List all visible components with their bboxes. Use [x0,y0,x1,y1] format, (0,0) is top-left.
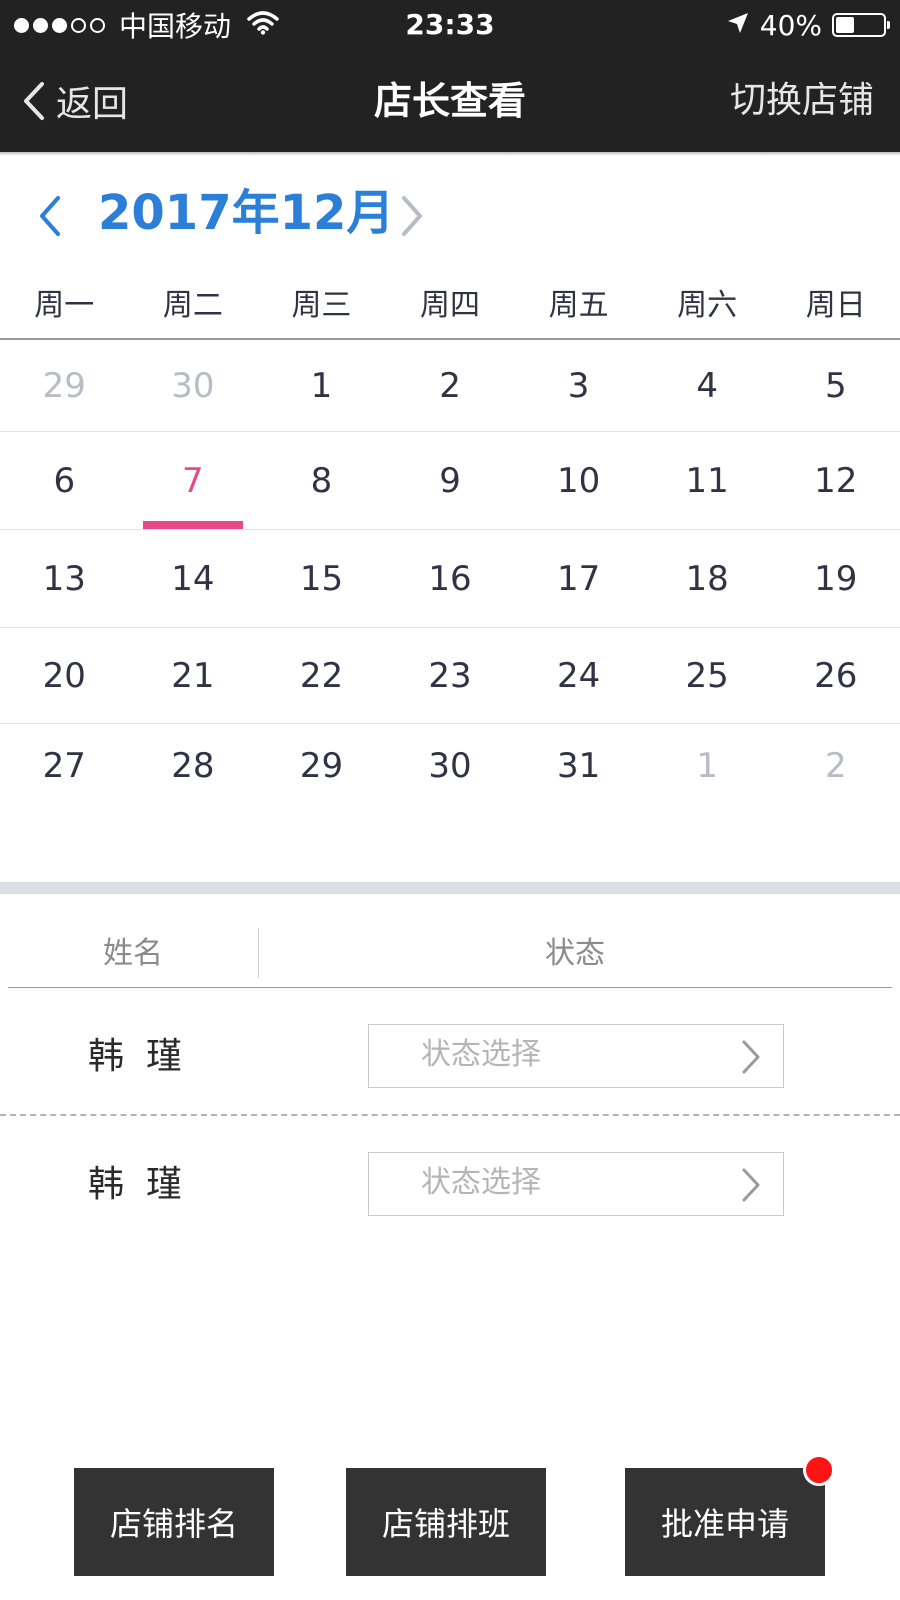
calendar-day[interactable]: 5 [771,340,900,431]
column-header-name: 姓名 [103,936,163,971]
weekday-header: 周一 周二 周三 周四 周五 周六 周日 [0,284,900,340]
calendar-week-row: 27 28 29 30 31 1 2 [0,724,900,842]
chevron-left-icon [24,82,44,120]
notification-badge [803,1454,835,1486]
weekday-label: 周日 [805,288,866,323]
calendar-day[interactable]: 26 [771,628,900,723]
calendar-day[interactable]: 10 [514,432,643,529]
status-select-placeholder: 状态选择 [421,1165,541,1200]
prev-month-button[interactable] [30,188,70,244]
chevron-right-icon [742,1040,760,1074]
status-select[interactable]: 状态选择 [368,1152,784,1216]
row-separator [0,1114,900,1116]
section-divider [0,882,900,894]
location-arrow-icon [726,9,750,42]
calendar-day[interactable]: 28 [129,724,258,842]
month-title: 2017年12月 [98,185,395,241]
staff-row: 韩瑾 状态选择 [0,1002,900,1112]
store-schedule-button[interactable]: 店铺排班 [346,1468,546,1576]
chevron-left-icon [40,196,60,236]
nav-bar: 返回 店长查看 切换店铺 [0,50,900,152]
weekday-label: 周四 [420,288,481,323]
calendar-day[interactable]: 12 [771,432,900,529]
staff-row: 韩瑾 状态选择 [0,1130,900,1240]
calendar-day[interactable]: 21 [129,628,258,723]
calendar-day[interactable]: 3 [514,340,643,431]
staff-name: 韩瑾 [88,1036,205,1077]
calendar-day[interactable]: 31 [514,724,643,842]
nav-shadow [0,152,900,156]
calendar-day[interactable]: 15 [257,530,386,627]
calendar-day[interactable]: 2 [771,724,900,842]
status-bar: 中国移动 23:33 40% [0,0,900,50]
chevron-right-icon [402,196,422,236]
calendar-day[interactable]: 17 [514,530,643,627]
calendar-day[interactable]: 11 [643,432,772,529]
weekday-label: 周一 [34,288,95,323]
approve-requests-label: 批准申请 [660,1505,789,1543]
calendar-day[interactable]: 13 [0,530,129,627]
calendar-day[interactable]: 30 [129,340,258,431]
battery-icon [832,13,890,37]
calendar-week-row: 29 30 1 2 3 4 5 [0,340,900,432]
status-right: 40% [726,6,890,44]
calendar-day[interactable]: 24 [514,628,643,723]
calendar-day[interactable]: 18 [643,530,772,627]
back-label: 返回 [56,84,129,125]
calendar-day[interactable]: 6 [0,432,129,529]
calendar-day[interactable]: 14 [129,530,258,627]
store-ranking-button[interactable]: 店铺排名 [74,1468,274,1576]
calendar-day[interactable]: 1 [257,340,386,431]
approve-requests-button[interactable]: 批准申请 [625,1454,835,1576]
staff-list-header: 姓名 状态 [8,926,892,988]
calendar-day[interactable]: 23 [386,628,515,723]
weekday-label: 周三 [291,288,352,323]
calendar-day[interactable]: 30 [386,724,515,842]
chevron-right-icon [742,1168,760,1202]
page-title: 店长查看 [373,79,526,123]
calendar-day[interactable]: 27 [0,724,129,842]
battery-percent: 40% [759,8,822,42]
calendar-week-row: 20 21 22 23 24 25 26 [0,628,900,724]
battery-level [836,17,855,33]
calendar-day-selected[interactable]: 7 [129,432,258,529]
calendar-day[interactable]: 4 [643,340,772,431]
status-select-placeholder: 状态选择 [421,1037,541,1072]
back-button[interactable]: 返回 [22,76,128,126]
calendar-week-row: 6 7 8 9 10 11 12 [0,432,900,530]
calendar-day[interactable]: 19 [771,530,900,627]
calendar-day[interactable]: 8 [257,432,386,529]
weekday-label: 周六 [677,288,738,323]
weekday-label: 周二 [162,288,223,323]
weekday-label: 周五 [548,288,609,323]
next-month-button[interactable] [392,188,432,244]
status-select[interactable]: 状态选择 [368,1024,784,1088]
staff-name: 韩瑾 [88,1164,205,1205]
calendar-day[interactable]: 20 [0,628,129,723]
calendar-day[interactable]: 22 [257,628,386,723]
calendar-day[interactable]: 29 [257,724,386,842]
calendar-day[interactable]: 29 [0,340,129,431]
calendar-week-row: 13 14 15 16 17 18 19 [0,530,900,628]
calendar-day[interactable]: 25 [643,628,772,723]
calendar-day[interactable]: 16 [386,530,515,627]
switch-store-button[interactable]: 切换店铺 [730,76,874,126]
calendar-day[interactable]: 2 [386,340,515,431]
calendar-day[interactable]: 9 [386,432,515,529]
calendar-day[interactable]: 1 [643,724,772,842]
calendar-grid: 29 30 1 2 3 4 5 6 7 8 9 10 11 12 13 14 15 16 17 18 19 20 21 22 2… [0,340,900,842]
column-header-status: 状态 [545,936,605,971]
